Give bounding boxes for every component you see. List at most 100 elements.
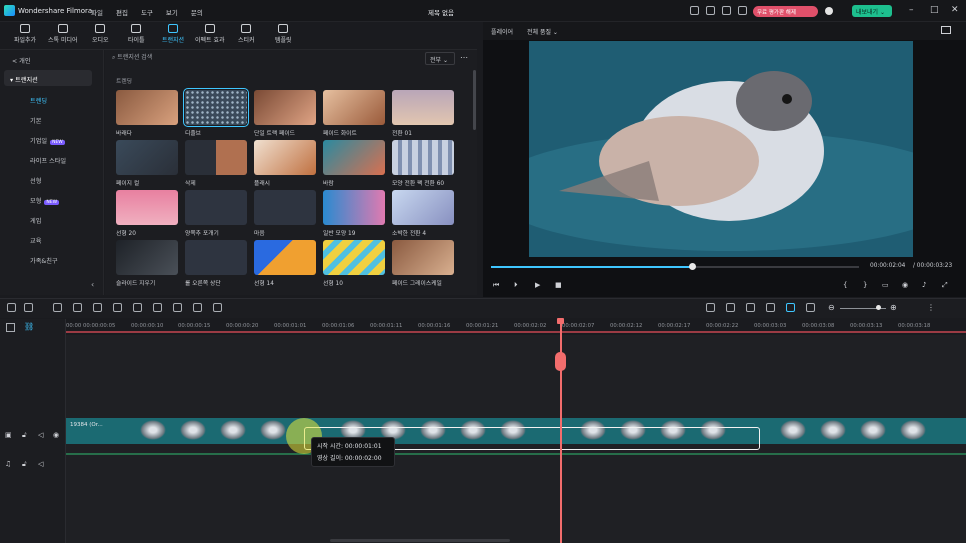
camera-icon[interactable]: ◉	[902, 281, 908, 289]
close-icon[interactable]: ✕	[951, 5, 959, 15]
transition-card[interactable]: 페이지 컬	[116, 140, 178, 187]
avatar[interactable]	[825, 7, 833, 15]
transition-card[interactable]: 소박한 전환 4	[392, 190, 454, 237]
save-icon[interactable]	[706, 6, 715, 15]
mic-icon[interactable]	[746, 303, 755, 312]
transition-card[interactable]: 양쪽추 포개기	[185, 190, 247, 237]
download-icon[interactable]	[738, 6, 747, 15]
sidebar-item-basic[interactable]: 기본	[30, 116, 41, 125]
add-track-icon[interactable]	[6, 323, 15, 332]
link-icon[interactable]: ⛓	[24, 322, 34, 331]
transition-card[interactable]: 선형 10	[323, 240, 385, 287]
grid-icon[interactable]: ⋮	[927, 303, 935, 312]
snapshot-icon[interactable]	[941, 26, 951, 34]
sidebar-item-business[interactable]: 기업일 NEW	[30, 136, 65, 145]
playhead-handle[interactable]	[555, 352, 566, 371]
menu-help[interactable]: 문의	[191, 7, 203, 17]
audio-waveform[interactable]	[66, 453, 966, 455]
sidebar-item-shape[interactable]: 모형 NEW	[30, 196, 60, 205]
transition-card[interactable]: 선형 14	[254, 240, 316, 287]
play-icon[interactable]: ▶	[535, 281, 540, 289]
adjust-icon[interactable]	[193, 303, 202, 312]
caption-icon[interactable]	[766, 303, 775, 312]
delete-icon[interactable]	[93, 303, 102, 312]
menu-edit[interactable]: 편집	[116, 7, 128, 17]
transition-card[interactable]: 삭제	[185, 140, 247, 187]
search-input[interactable]: ⌕ 트랜지션 검색	[112, 52, 422, 66]
undo-icon[interactable]	[53, 303, 62, 312]
menu-view[interactable]: 보기	[166, 7, 178, 17]
text-icon[interactable]	[153, 303, 162, 312]
redo-icon[interactable]	[73, 303, 82, 312]
mute-icon[interactable]: ◁	[38, 460, 43, 468]
tool-import[interactable]: 파일추가	[14, 24, 36, 44]
transition-card[interactable]: 단일 트랙 페이드	[254, 90, 316, 137]
cut-icon[interactable]	[113, 303, 122, 312]
export-button[interactable]: 내보내기 ⌄	[852, 5, 892, 17]
tool-stock-media[interactable]: 스톡 미디어	[48, 24, 78, 44]
transition-card[interactable]: 일반 모양 19	[323, 190, 385, 237]
step-icon[interactable]: ⏵	[514, 281, 518, 290]
marker-icon[interactable]	[806, 303, 815, 312]
filter-dropdown[interactable]: 전부 ⌄	[425, 52, 455, 65]
more-icon[interactable]: ⋯	[460, 53, 468, 62]
transition-card[interactable]: 선형 20	[116, 190, 178, 237]
transition-card[interactable]: 플래시	[254, 140, 316, 187]
tool-audio[interactable]: 오디오	[92, 24, 109, 44]
snap-icon[interactable]	[786, 303, 795, 312]
mark-out-icon[interactable]: }	[863, 281, 867, 289]
lock-icon[interactable]: 🔓︎	[22, 431, 27, 440]
menu-tools[interactable]: 도구	[141, 7, 153, 17]
transition-card[interactable]: 디졸브	[183, 88, 249, 137]
maximize-icon[interactable]: □	[930, 5, 939, 15]
select-icon[interactable]	[24, 303, 33, 312]
transition-card[interactable]: 마음	[254, 190, 316, 237]
home-icon[interactable]	[722, 6, 731, 15]
screen-icon[interactable]	[690, 6, 699, 15]
display-icon[interactable]: ▭	[882, 281, 889, 289]
browser-scrollbar[interactable]	[473, 70, 476, 130]
tool-effects[interactable]: 이펙트 효과	[195, 24, 225, 44]
transition-card[interactable]: 바래다	[116, 90, 178, 137]
zoom-handle[interactable]	[876, 305, 881, 310]
transition-card[interactable]: 모양 전환 팩 전환 60	[392, 140, 454, 187]
zoom-out-icon[interactable]: ⊖	[828, 303, 835, 312]
sidebar-item-trending[interactable]: 트렌딩	[30, 96, 47, 105]
transition-card[interactable]: 롤 오른쪽 상단	[185, 240, 247, 287]
mark-in-icon[interactable]: {	[843, 281, 847, 289]
transition-card[interactable]: 슬라이드 지우기	[116, 240, 178, 287]
sidebar-item-education[interactable]: 교육	[30, 236, 41, 245]
render-icon[interactable]	[706, 303, 715, 312]
tool-stickers[interactable]: 스티커	[238, 24, 255, 44]
shield-icon[interactable]	[726, 303, 735, 312]
zoom-in-icon[interactable]: ⊕	[890, 303, 897, 312]
sidebar-item-linear[interactable]: 선형	[30, 176, 41, 185]
sidebar-item-lifestyle[interactable]: 라이프 스타일	[30, 156, 66, 165]
sidebar-back[interactable]: < 개인	[12, 56, 31, 65]
transition-card[interactable]: 페이드 그레이스케일	[392, 240, 454, 287]
timer-icon[interactable]	[173, 303, 182, 312]
fullscreen-icon[interactable]: ⤢	[942, 281, 948, 290]
quality-dropdown[interactable]: 전체 품질 ⌄	[527, 27, 558, 36]
promo-button[interactable]: 무료 평가판 해제	[753, 6, 818, 17]
transition-card[interactable]: 전환 01	[392, 90, 454, 137]
preview-scrubber-handle[interactable]	[689, 263, 696, 270]
prev-frame-icon[interactable]: ⏮	[493, 281, 499, 290]
layout-icon[interactable]	[7, 303, 16, 312]
tool-titles[interactable]: 타이틀	[128, 24, 145, 44]
transition-card[interactable]: 페이드 화이트	[323, 90, 385, 137]
sidebar-head[interactable]: ▾ 트랜지션	[10, 75, 38, 84]
timeline-scrollbar[interactable]	[330, 539, 510, 542]
sidebar-item-family[interactable]: 가족&친구	[30, 256, 58, 265]
transition-card[interactable]: 바람	[323, 140, 385, 187]
crop-icon[interactable]	[213, 303, 222, 312]
menu-file[interactable]: 파일	[91, 7, 103, 17]
collapse-chevron-icon[interactable]: ‹	[91, 280, 94, 289]
sidebar-item-game[interactable]: 게임	[30, 216, 41, 225]
lock-icon[interactable]: 🔓︎	[22, 460, 27, 469]
eye-icon[interactable]: ◉	[53, 431, 59, 439]
stop-icon[interactable]: ■	[555, 281, 562, 289]
audio-detach-icon[interactable]	[133, 303, 142, 312]
tool-templates[interactable]: 템플릿	[275, 24, 292, 44]
mute-icon[interactable]: ◁	[38, 431, 43, 439]
